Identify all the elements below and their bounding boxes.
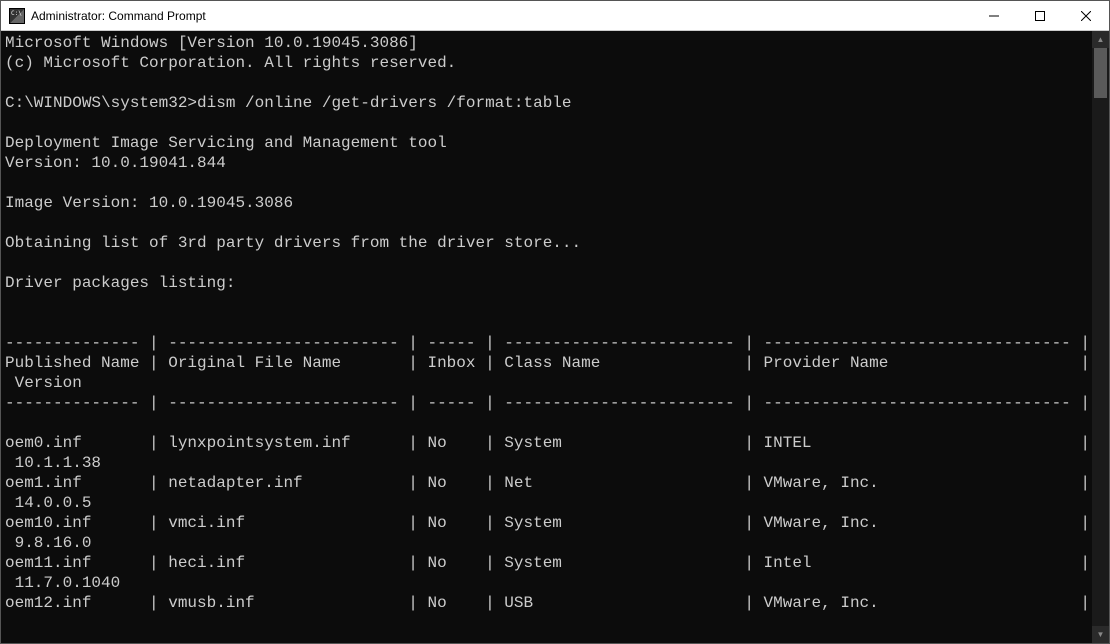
terminal-output[interactable]: Microsoft Windows [Version 10.0.19045.30… <box>1 31 1092 643</box>
ms-version-line: Microsoft Windows [Version 10.0.19045.30… <box>5 34 418 52</box>
close-icon <box>1081 11 1091 21</box>
maximize-icon <box>1035 11 1045 21</box>
scrollbar-thumb[interactable] <box>1094 48 1107 98</box>
minimize-button[interactable] <box>971 1 1017 30</box>
close-button[interactable] <box>1063 1 1109 30</box>
app-icon <box>9 8 25 24</box>
scrollbar-track[interactable] <box>1092 48 1109 626</box>
table-row: oem1.inf | netadapter.inf | No | Net | V… <box>5 474 1092 492</box>
table-row-ver: 9.8.16.0 <box>5 534 91 552</box>
table-row: oem10.inf | vmci.inf | No | System | VMw… <box>5 514 1092 532</box>
titlebar[interactable]: Administrator: Command Prompt <box>1 1 1109 31</box>
dism-obtaining-line: Obtaining list of 3rd party drivers from… <box>5 234 581 252</box>
dism-imgver-line: Image Version: 10.0.19045.3086 <box>5 194 293 212</box>
dism-toolver-line: Version: 10.0.19041.844 <box>5 154 226 172</box>
table-row-ver: 14.0.0.5 <box>5 494 91 512</box>
table-row-ver: 10.1.1.38 <box>5 454 101 472</box>
dism-listing-line: Driver packages listing: <box>5 274 235 292</box>
table-row: oem0.inf | lynxpointsystem.inf | No | Sy… <box>5 434 1092 452</box>
scroll-down-button[interactable]: ▼ <box>1092 626 1109 643</box>
table-sep: -------------- | -----------------------… <box>5 394 1092 412</box>
dism-tool-line: Deployment Image Servicing and Managemen… <box>5 134 447 152</box>
minimize-icon <box>989 11 999 21</box>
table-row: oem12.inf | vmusb.inf | No | USB | VMwar… <box>5 594 1092 612</box>
console-area: Microsoft Windows [Version 10.0.19045.30… <box>1 31 1109 643</box>
prompt-path: C:\WINDOWS\system32> <box>5 94 197 112</box>
copyright-line: (c) Microsoft Corporation. All rights re… <box>5 54 456 72</box>
table-header-2: Version <box>5 374 82 392</box>
window: Administrator: Command Prompt Microsoft … <box>0 0 1110 644</box>
window-controls <box>971 1 1109 30</box>
table-header: Published Name | Original File Name | In… <box>5 354 1092 372</box>
table-sep: -------------- | -----------------------… <box>5 334 1092 352</box>
scrollbar[interactable]: ▲ ▼ <box>1092 31 1109 643</box>
table-row: oem11.inf | heci.inf | No | System | Int… <box>5 554 1092 572</box>
table-row-ver: 11.7.0.1040 <box>5 574 120 592</box>
maximize-button[interactable] <box>1017 1 1063 30</box>
window-title: Administrator: Command Prompt <box>31 9 971 23</box>
scroll-up-button[interactable]: ▲ <box>1092 31 1109 48</box>
command-text: dism /online /get-drivers /format:table <box>197 94 571 112</box>
